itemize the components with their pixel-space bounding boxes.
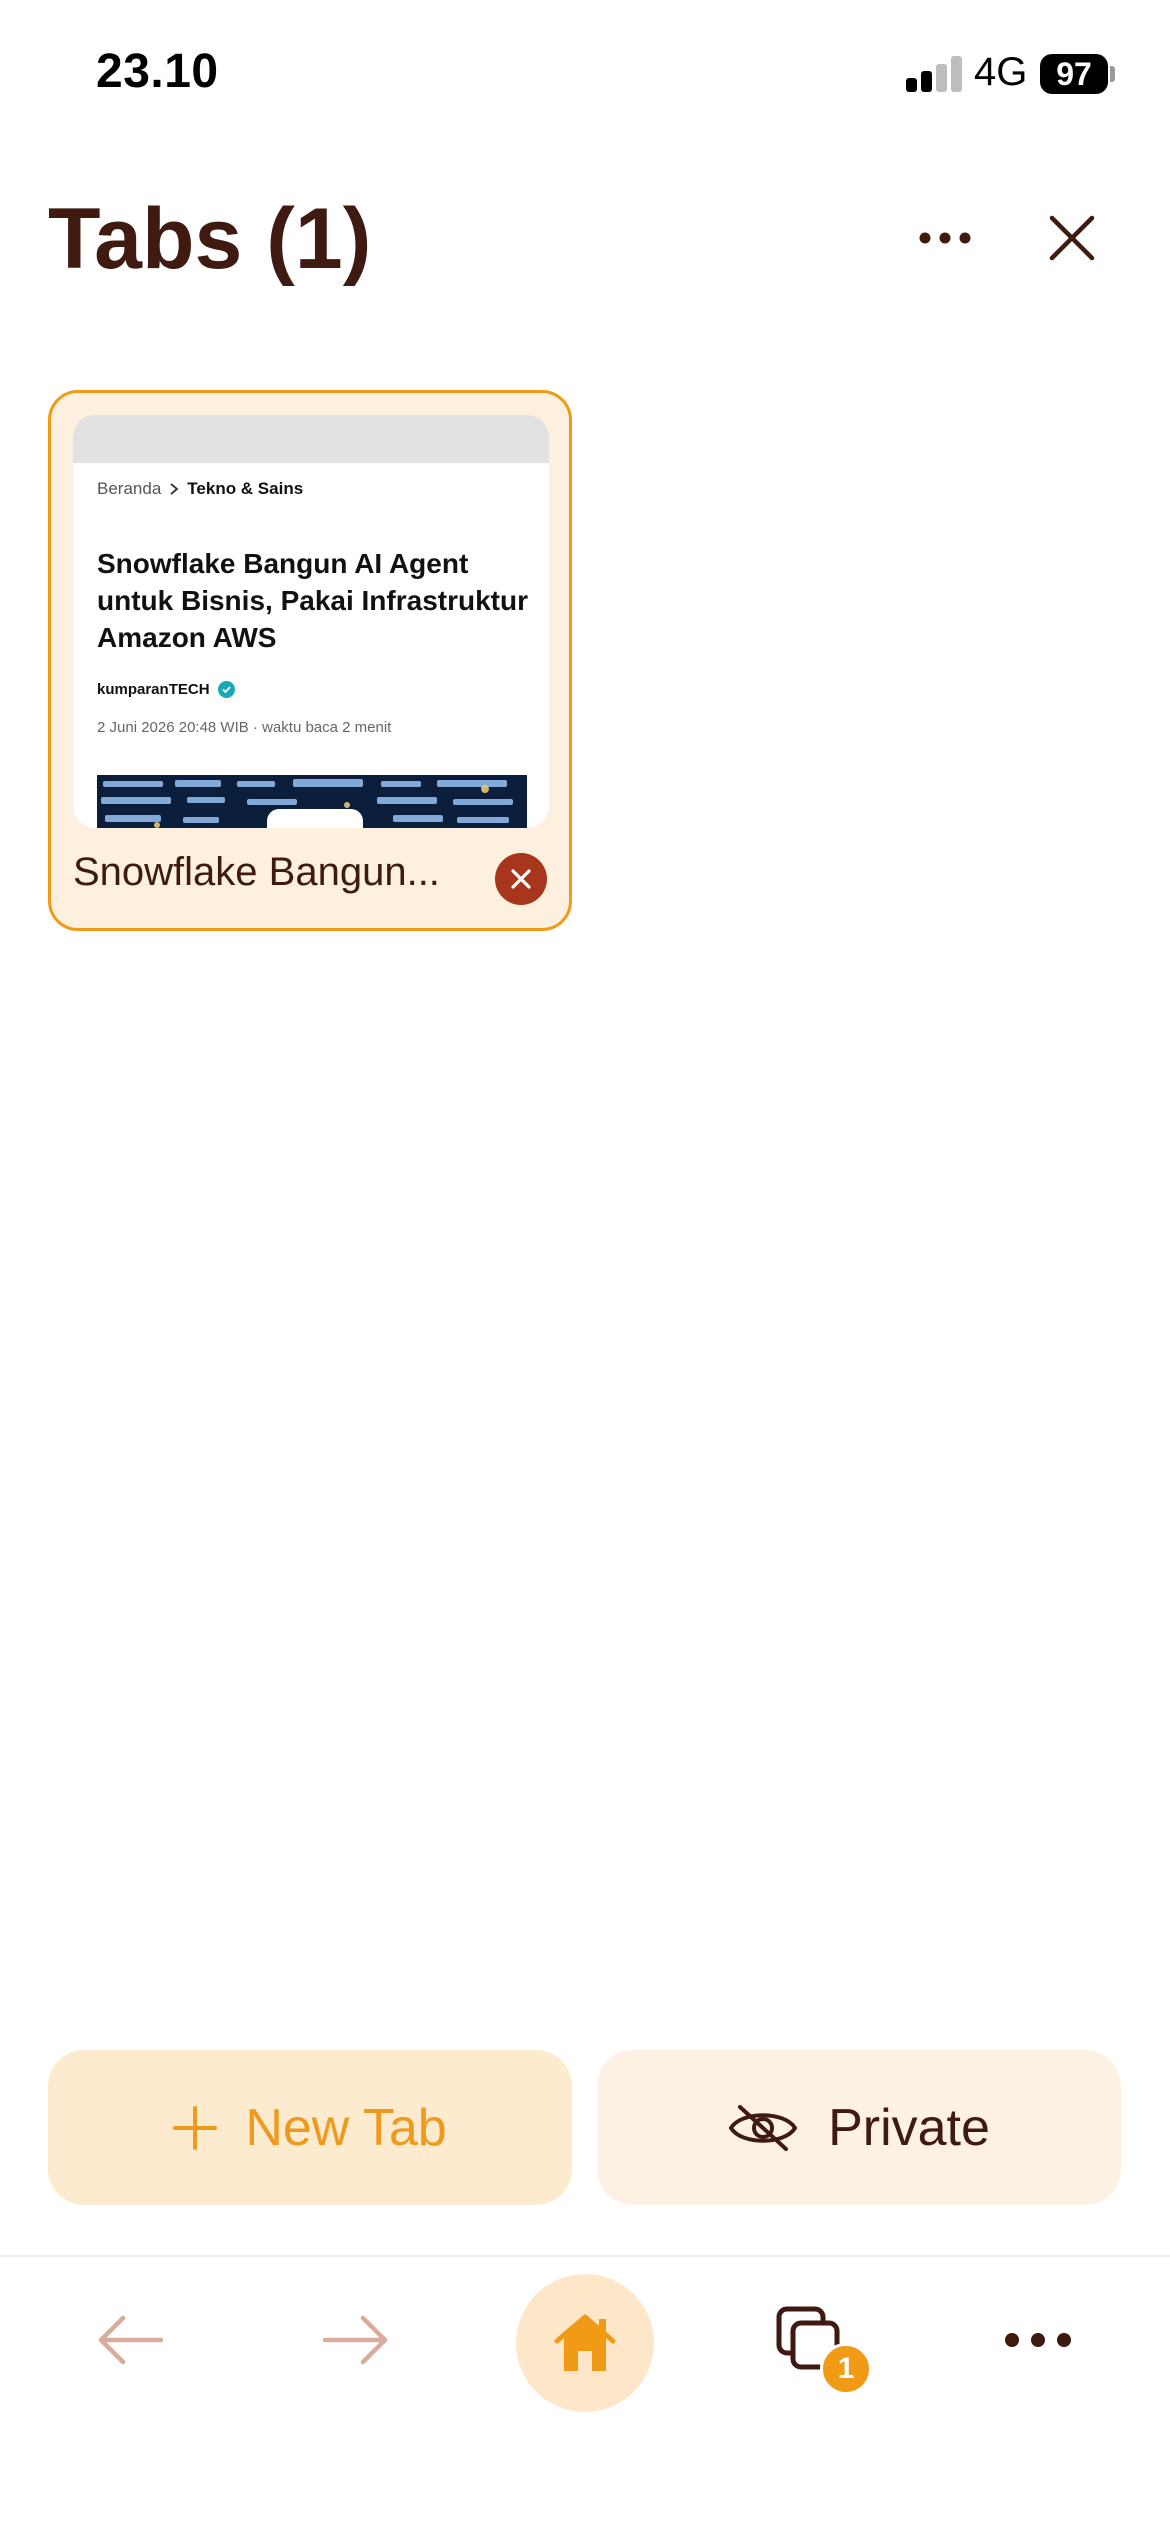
tabs-count-badge: 1	[820, 2343, 872, 2395]
tab-preview[interactable]: Beranda Tekno & Sains Snowflake Bangun A…	[73, 415, 549, 828]
home-icon	[554, 2314, 616, 2371]
preview-meta: 2 Juni 2026 20:48 WIB · waktu baca 2 men…	[97, 719, 392, 736]
page-title: Tabs (1)	[48, 191, 372, 287]
close-icon	[1049, 215, 1095, 261]
plus-icon	[173, 2105, 218, 2150]
author-name: kumparanTECH	[97, 681, 210, 698]
new-tab-button[interactable]: New Tab	[48, 2050, 572, 2205]
forward-button[interactable]	[286, 2275, 426, 2405]
forward-arrow-icon	[322, 2315, 388, 2365]
tab-card[interactable]: Beranda Tekno & Sains Snowflake Bangun A…	[48, 390, 572, 931]
more-options-button[interactable]	[908, 206, 982, 270]
private-button[interactable]: Private	[597, 2050, 1121, 2205]
battery-tip	[1110, 66, 1115, 82]
network-type: 4G	[974, 50, 1028, 94]
breadcrumb-section: Tekno & Sains	[187, 479, 304, 498]
toolbar-divider	[0, 2255, 1170, 2257]
close-tab-button[interactable]	[495, 853, 547, 905]
preview-headline: Snowflake Bangun AI Agent untuk Bisnis, …	[97, 548, 528, 653]
close-icon	[511, 869, 531, 889]
chevron-right-icon	[170, 483, 179, 495]
preview-breadcrumb: Beranda Tekno & Sains	[97, 479, 303, 499]
status-bar: 23.10 4G 97	[0, 0, 1170, 150]
back-arrow-icon	[98, 2315, 164, 2365]
back-button[interactable]	[60, 2275, 200, 2405]
close-button[interactable]	[1036, 202, 1108, 274]
tab-title[interactable]: Snowflake Bangun...	[73, 850, 483, 895]
preview-author: kumparanTECH	[97, 681, 235, 698]
eye-slash-icon	[728, 2104, 798, 2151]
breadcrumb-home: Beranda	[97, 479, 162, 498]
preview-article-image	[97, 775, 527, 828]
ellipsis-icon	[1005, 2333, 1071, 2347]
battery-icon: 97	[1040, 54, 1108, 94]
signal-strength-icon	[906, 56, 962, 92]
menu-button[interactable]	[968, 2275, 1108, 2405]
private-label: Private	[828, 2098, 990, 2157]
preview-topbar	[73, 415, 549, 463]
ellipsis-icon	[919, 232, 971, 244]
new-tab-label: New Tab	[245, 2098, 447, 2157]
verified-badge-icon	[217, 681, 235, 698]
home-button[interactable]	[516, 2274, 654, 2412]
battery-level: 97	[1056, 55, 1092, 92]
status-time: 23.10	[96, 45, 219, 98]
